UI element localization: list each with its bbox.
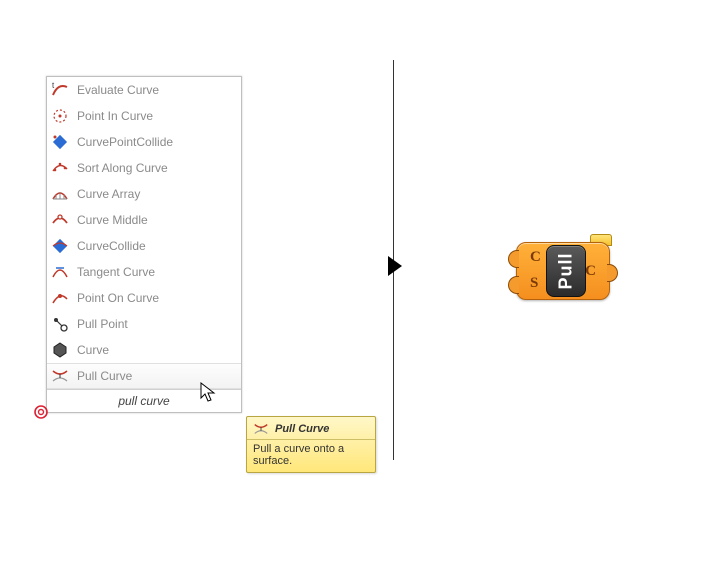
suggestion-point-on-curve[interactable]: Point On Curve bbox=[47, 285, 241, 311]
pull-curve-icon bbox=[51, 367, 69, 385]
suggestion-sort-along-curve[interactable]: Sort Along Curve bbox=[47, 155, 241, 181]
suggestion-label: Tangent Curve bbox=[77, 265, 155, 279]
component-tooltip: Pull Curve Pull a curve onto a surface. bbox=[246, 416, 376, 473]
point-on-curve-icon bbox=[51, 289, 69, 307]
suggestion-tangent-curve[interactable]: Tangent Curve bbox=[47, 259, 241, 285]
suggestion-pull-curve[interactable]: Pull Curve bbox=[47, 363, 241, 389]
pull-point-icon bbox=[51, 315, 69, 333]
suggestion-curve-array[interactable]: Curve Array bbox=[47, 181, 241, 207]
search-row bbox=[47, 389, 241, 412]
suggestion-label: Sort Along Curve bbox=[77, 161, 168, 175]
input-port-s[interactable] bbox=[508, 276, 519, 294]
suggestion-curve-collide[interactable]: CurveCollide bbox=[47, 233, 241, 259]
pull-curve-component[interactable]: C S C Pull bbox=[508, 236, 618, 302]
suggestion-label: Point In Curve bbox=[77, 109, 153, 123]
suggestion-label: Curve Middle bbox=[77, 213, 148, 227]
suggestion-label: Pull Curve bbox=[77, 369, 132, 383]
tooltip-title: Pull Curve bbox=[275, 423, 329, 435]
pull-curve-icon bbox=[253, 421, 269, 437]
evaluate-curve-icon: t bbox=[51, 81, 69, 99]
suggestion-curve-middle[interactable]: Curve Middle bbox=[47, 207, 241, 233]
suggestion-pull-point[interactable]: Pull Point bbox=[47, 311, 241, 337]
curve-array-icon bbox=[51, 185, 69, 203]
svg-text:t: t bbox=[52, 81, 55, 90]
component-search-input[interactable] bbox=[51, 393, 237, 409]
sort-along-curve-icon bbox=[51, 159, 69, 177]
input-port-c[interactable] bbox=[508, 250, 519, 268]
tangent-curve-icon bbox=[51, 263, 69, 281]
curve-middle-icon bbox=[51, 211, 69, 229]
curve-point-collide-icon bbox=[51, 133, 69, 151]
component-core: Pull bbox=[546, 245, 586, 297]
component-name: Pull bbox=[557, 252, 575, 289]
suggestion-evaluate-curve[interactable]: t Evaluate Curve bbox=[47, 77, 241, 103]
tooltip-description: Pull a curve onto a surface. bbox=[247, 440, 375, 472]
suggestion-label: Point On Curve bbox=[77, 291, 159, 305]
curve-icon bbox=[51, 341, 69, 359]
suggestion-label: CurvePointCollide bbox=[77, 135, 173, 149]
arrow-right-icon bbox=[388, 256, 402, 276]
curve-collide-icon bbox=[51, 237, 69, 255]
input-label-s: S bbox=[530, 276, 538, 291]
component-search-panel: t Evaluate Curve Point In Curve CurvePoi… bbox=[46, 76, 242, 413]
suggestion-label: Curve bbox=[77, 343, 109, 357]
output-label-c: C bbox=[585, 264, 596, 279]
tooltip-title-row: Pull Curve bbox=[247, 417, 375, 440]
suggestion-list: t Evaluate Curve Point In Curve CurvePoi… bbox=[47, 77, 241, 389]
suggestion-label: Curve Array bbox=[77, 187, 140, 201]
suggestion-point-in-curve[interactable]: Point In Curve bbox=[47, 103, 241, 129]
input-label-c: C bbox=[530, 250, 541, 265]
suggestion-label: Pull Point bbox=[77, 317, 128, 331]
suggestion-label: Evaluate Curve bbox=[77, 83, 159, 97]
point-in-curve-icon bbox=[51, 107, 69, 125]
suggestion-curve[interactable]: Curve bbox=[47, 337, 241, 363]
output-port-c[interactable] bbox=[607, 264, 618, 282]
suggestion-curve-point-collide[interactable]: CurvePointCollide bbox=[47, 129, 241, 155]
suggestion-label: CurveCollide bbox=[77, 239, 146, 253]
